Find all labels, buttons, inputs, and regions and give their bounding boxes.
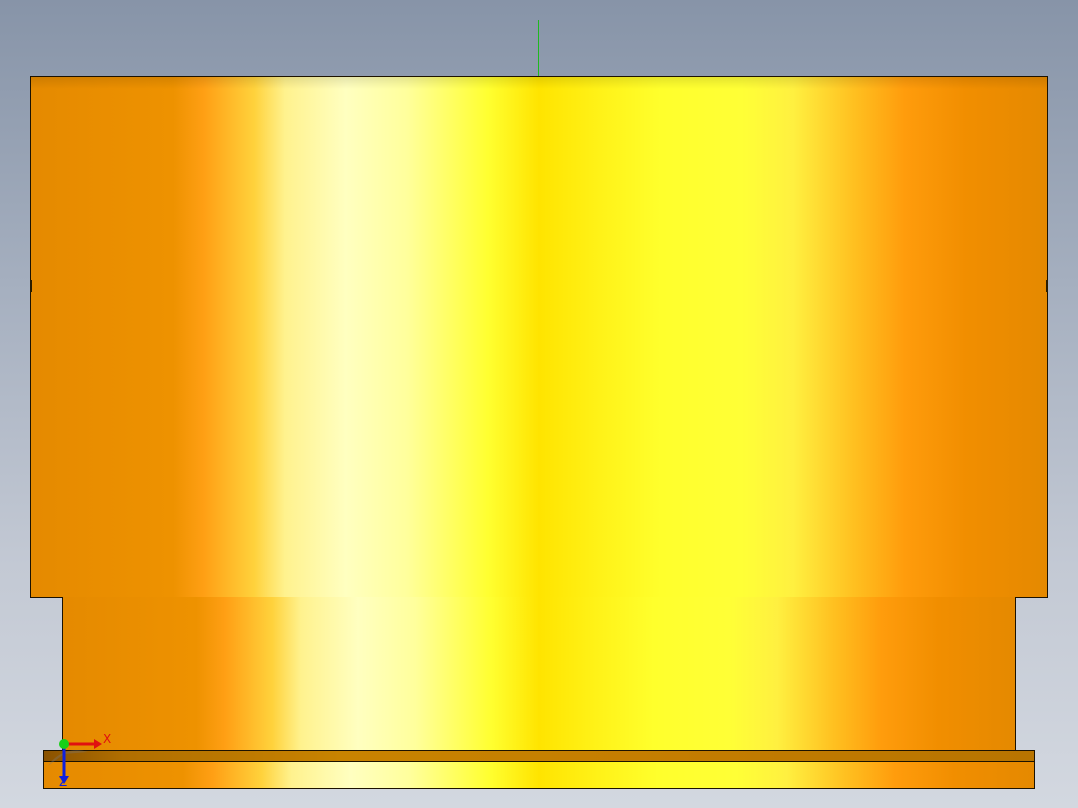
neck-cylinder-body[interactable]	[62, 597, 1016, 752]
triad-plane-shade	[48, 750, 88, 766]
triad-z-label: Z	[59, 775, 68, 789]
triad-x-label: X	[103, 732, 112, 746]
top-cylinder-body[interactable]	[30, 76, 1048, 598]
right-edge-marker	[1046, 280, 1048, 292]
triad-x-arrow	[94, 739, 102, 749]
triad-y-axis-dot	[59, 739, 69, 749]
origin-y-axis-line	[538, 20, 539, 76]
base-plate-body[interactable]	[43, 761, 1035, 789]
top-edge-shade	[31, 77, 1047, 89]
left-edge-marker	[30, 280, 32, 292]
graphics-viewport[interactable]: X Z	[0, 0, 1078, 808]
